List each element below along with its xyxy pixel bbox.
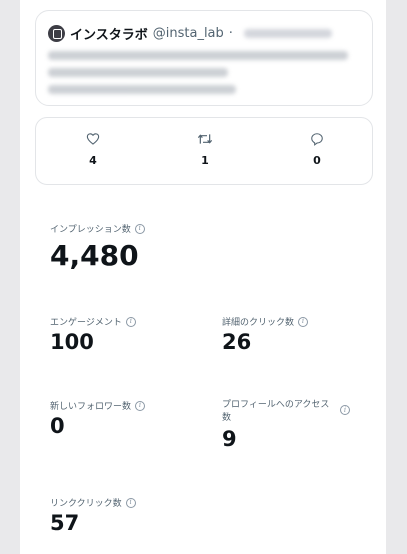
engagements-metric: エンゲージメント i 100 <box>50 315 136 354</box>
engagements-value: 100 <box>50 330 94 354</box>
like-count: 4 <box>89 154 97 167</box>
retweet-icon <box>197 134 213 144</box>
new-followers-value: 0 <box>50 414 65 438</box>
info-icon[interactable]: i <box>125 316 136 327</box>
reply-icon <box>311 133 323 146</box>
impressions-metric: インプレッション数 i 4,480 <box>50 222 145 272</box>
new-followers-metric: 新しいフォロワー数 i 0 <box>50 399 146 438</box>
reply-stat[interactable]: 0 <box>287 132 347 167</box>
author-handle: @insta_lab <box>152 25 224 41</box>
detail-clicks-metric: 詳細のクリック数 i 26 <box>222 315 309 354</box>
blurred-tweet-text <box>48 51 348 60</box>
retweet-count: 1 <box>201 154 209 167</box>
link-clicks-metric: リンククリック数 i 57 <box>50 496 136 535</box>
retweet-stat[interactable]: 1 <box>175 132 235 167</box>
tweet-header: インスタラボ @insta_lab · <box>48 23 360 43</box>
new-followers-label: 新しいフォロワー数 <box>50 402 132 412</box>
tweet-analytics-panel: インスタラボ @insta_lab · 4 1 0 インプレッション数 i 4,… <box>20 0 386 554</box>
impressions-label: インプレッション数 <box>50 225 131 235</box>
info-icon[interactable]: i <box>134 223 145 234</box>
blurred-timestamp <box>243 28 332 38</box>
like-stat[interactable]: 4 <box>63 132 123 167</box>
info-icon[interactable]: i <box>298 316 309 327</box>
engagements-label: エンゲージメント <box>50 318 122 328</box>
profile-visits-value: 9 <box>222 427 237 451</box>
blurred-tweet-text <box>48 85 236 94</box>
reply-count: 0 <box>313 154 321 167</box>
profile-visits-label: プロフィールへのアクセス数 <box>222 400 330 423</box>
impressions-value: 4,480 <box>50 239 139 272</box>
avatar <box>48 24 65 42</box>
link-clicks-value: 57 <box>50 511 80 535</box>
info-icon[interactable]: i <box>125 497 136 508</box>
heart-icon <box>86 133 100 145</box>
engagement-stats: 4 1 0 <box>35 117 373 185</box>
link-clicks-label: リンククリック数 <box>50 499 122 509</box>
detail-clicks-label: 詳細のクリック数 <box>222 318 295 328</box>
author-name: インスタラボ <box>70 27 148 43</box>
blurred-tweet-text <box>48 68 228 77</box>
profile-visits-metric: プロフィールへのアクセス数 i 9 <box>222 399 350 451</box>
detail-clicks-value: 26 <box>222 330 252 354</box>
author-separator: · <box>228 25 233 41</box>
info-icon[interactable]: i <box>135 400 146 411</box>
tweet-preview-card[interactable]: インスタラボ @insta_lab · <box>35 10 373 106</box>
info-icon[interactable]: i <box>340 405 350 415</box>
